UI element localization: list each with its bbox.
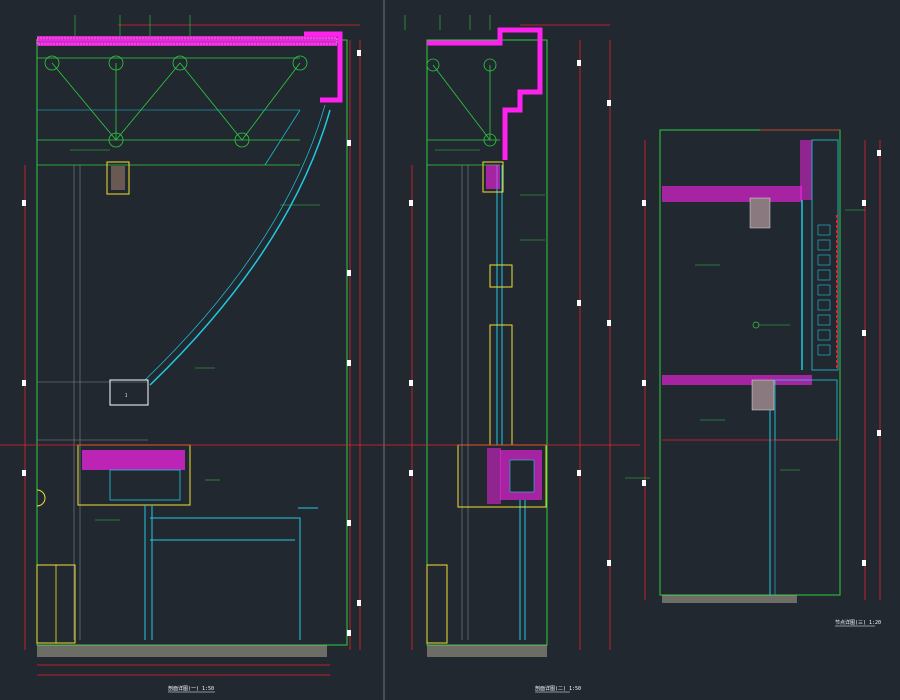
mullions bbox=[144, 505, 318, 640]
roof-truss-b bbox=[426, 58, 500, 166]
cad-drawing-canvas[interactable]: I 剖面详图(一) 1:50 剖面详图(二) 1:50 节点详图(三) 1:20 bbox=[0, 0, 900, 700]
section-a-drawing: I 剖面详图(一) 1:50 bbox=[0, 15, 384, 693]
section-a-title: 剖面详图(一) 1:50 bbox=[168, 685, 214, 692]
ground-slab bbox=[37, 645, 327, 657]
curved-glazing bbox=[37, 104, 331, 386]
parapet-b bbox=[427, 27, 543, 160]
section-b-title: 剖面详图(二) 1:50 bbox=[535, 685, 581, 692]
glazing-b bbox=[496, 165, 526, 640]
svg-text:I: I bbox=[125, 393, 128, 398]
inner-grid bbox=[37, 165, 148, 640]
section-c-drawing: 节点详图(三) 1:20 bbox=[625, 129, 881, 627]
section-c-title: 节点详图(三) 1:20 bbox=[835, 619, 881, 626]
roof-truss bbox=[37, 55, 308, 166]
section-b-drawing: 剖面详图(二) 1:50 bbox=[384, 15, 640, 693]
steel-beam bbox=[109, 379, 149, 406]
lower-beam-block bbox=[77, 444, 191, 506]
upper-slab bbox=[662, 186, 802, 202]
leader-lines-a bbox=[70, 15, 320, 521]
